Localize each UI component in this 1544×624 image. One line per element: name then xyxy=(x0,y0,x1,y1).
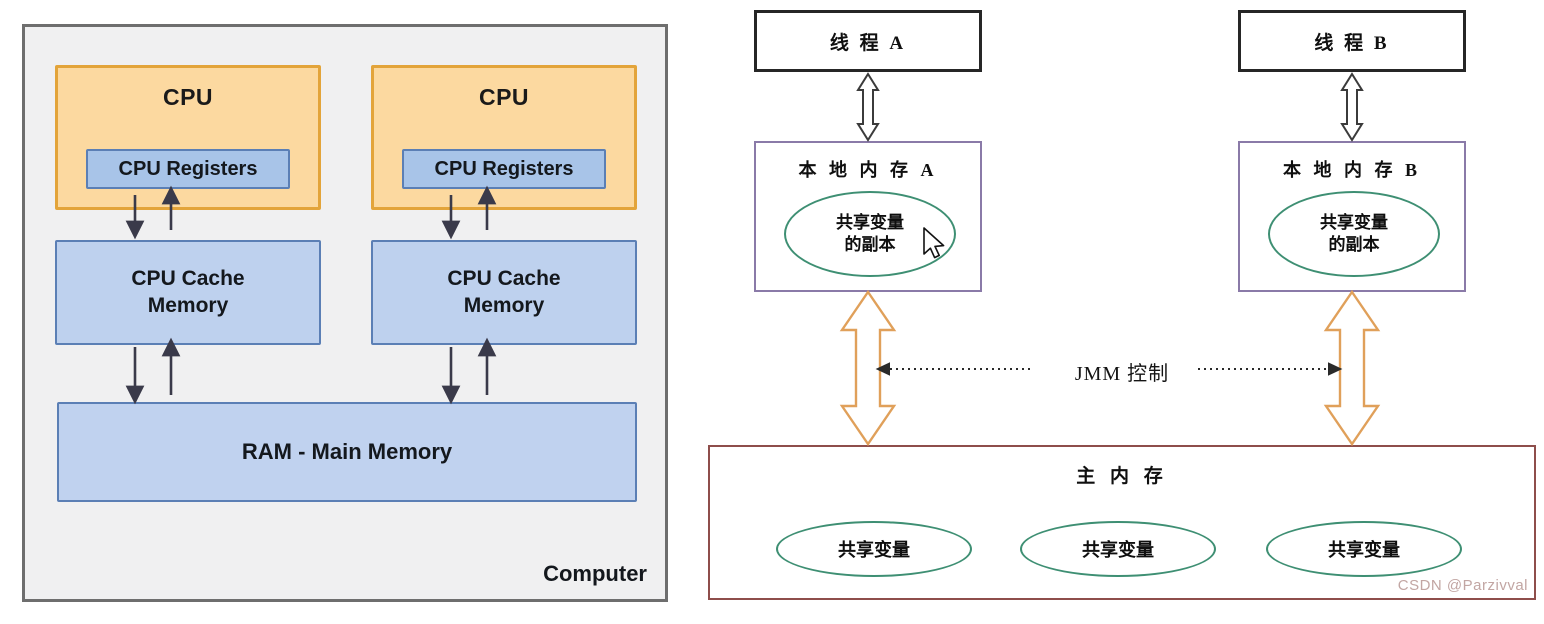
thread-label-b: 线 程 B xyxy=(1314,32,1390,54)
cpu-cache-label-1-line2: Memory xyxy=(147,293,229,317)
cpu-title-1: CPU xyxy=(162,84,214,110)
thread-a-local-memory-arrow xyxy=(856,72,880,142)
cpu-cache-label-2-line1: CPU Cache xyxy=(447,266,561,290)
cpu-registers-label-1: CPU Registers xyxy=(118,157,258,180)
cpu-box-2: CPU CPU Registers xyxy=(371,65,637,210)
cpu-box-1: CPU CPU Registers xyxy=(55,65,321,210)
shared-variable-copy-a-line2: 的副本 xyxy=(844,235,896,254)
shared-variable-copy-ellipse-b: 共享变量 的副本 xyxy=(1268,191,1440,277)
thread-box-b: 线 程 B xyxy=(1238,10,1466,72)
main-memory-box: 主 内 存 共享变量 共享变量 共享变量 CSDN @Parzivval xyxy=(708,445,1536,600)
shared-variable-label-3: 共享变量 xyxy=(1328,540,1400,560)
cpu-cache-box-2: CPU Cache Memory xyxy=(371,240,637,345)
main-memory-title: 主 内 存 xyxy=(1076,466,1168,487)
shared-variable-copy-ellipse-a: 共享变量 的副本 xyxy=(784,191,956,277)
cpu-registers-box-2: CPU Registers xyxy=(402,149,606,189)
thread-label-a: 线 程 A xyxy=(829,32,907,54)
computer-enclosure: CPU CPU Registers CPU CPU Registers CPU … xyxy=(22,24,668,602)
cpu-registers-label-2: CPU Registers xyxy=(434,157,574,180)
thread-box-a: 线 程 A xyxy=(754,10,982,72)
local-memory-box-b: 本 地 内 存 B 共享变量 的副本 xyxy=(1238,141,1466,292)
watermark-text: CSDN @Parzivval xyxy=(1397,577,1528,594)
local-memory-box-a: 本 地 内 存 A 共享变量 的副本 xyxy=(754,141,982,292)
jmm-control-label-wrap: JMM 控制 xyxy=(700,357,1544,386)
shared-variable-ellipse-1: 共享变量 xyxy=(776,521,972,577)
computer-label: Computer xyxy=(543,561,647,586)
shared-variable-copy-b-line1: 共享变量 xyxy=(1320,212,1388,232)
shared-variable-ellipse-2: 共享变量 xyxy=(1020,521,1216,577)
local-memory-title-b: 本 地 内 存 B xyxy=(1282,160,1421,180)
ram-main-memory-box: RAM - Main Memory xyxy=(57,402,637,502)
shared-variable-copy-b-line2: 的副本 xyxy=(1328,235,1380,254)
shared-variable-copy-a-line1: 共享变量 xyxy=(836,212,904,232)
cpu-title-2: CPU xyxy=(478,84,530,110)
local-memory-title-a: 本 地 内 存 A xyxy=(798,160,938,180)
thread-b-local-memory-arrow xyxy=(1340,72,1364,142)
shared-variable-label-1: 共享变量 xyxy=(838,540,910,560)
cpu-cache-box-1: CPU Cache Memory xyxy=(55,240,321,345)
ram-main-memory-label: RAM - Main Memory xyxy=(241,439,453,464)
cpu-cache-label-1-line1: CPU Cache xyxy=(131,266,245,290)
cpu-registers-box-1: CPU Registers xyxy=(86,149,290,189)
cpu-cache-label-2-line2: Memory xyxy=(463,293,545,317)
jmm-control-label: JMM 控制 xyxy=(1064,363,1180,385)
shared-variable-label-2: 共享变量 xyxy=(1082,540,1154,560)
jmm-diagram: 线 程 A 线 程 B 本 地 内 存 A 共享变量 的副本 本 地 内 存 B… xyxy=(700,0,1544,624)
shared-variable-ellipse-3: 共享变量 xyxy=(1266,521,1462,577)
